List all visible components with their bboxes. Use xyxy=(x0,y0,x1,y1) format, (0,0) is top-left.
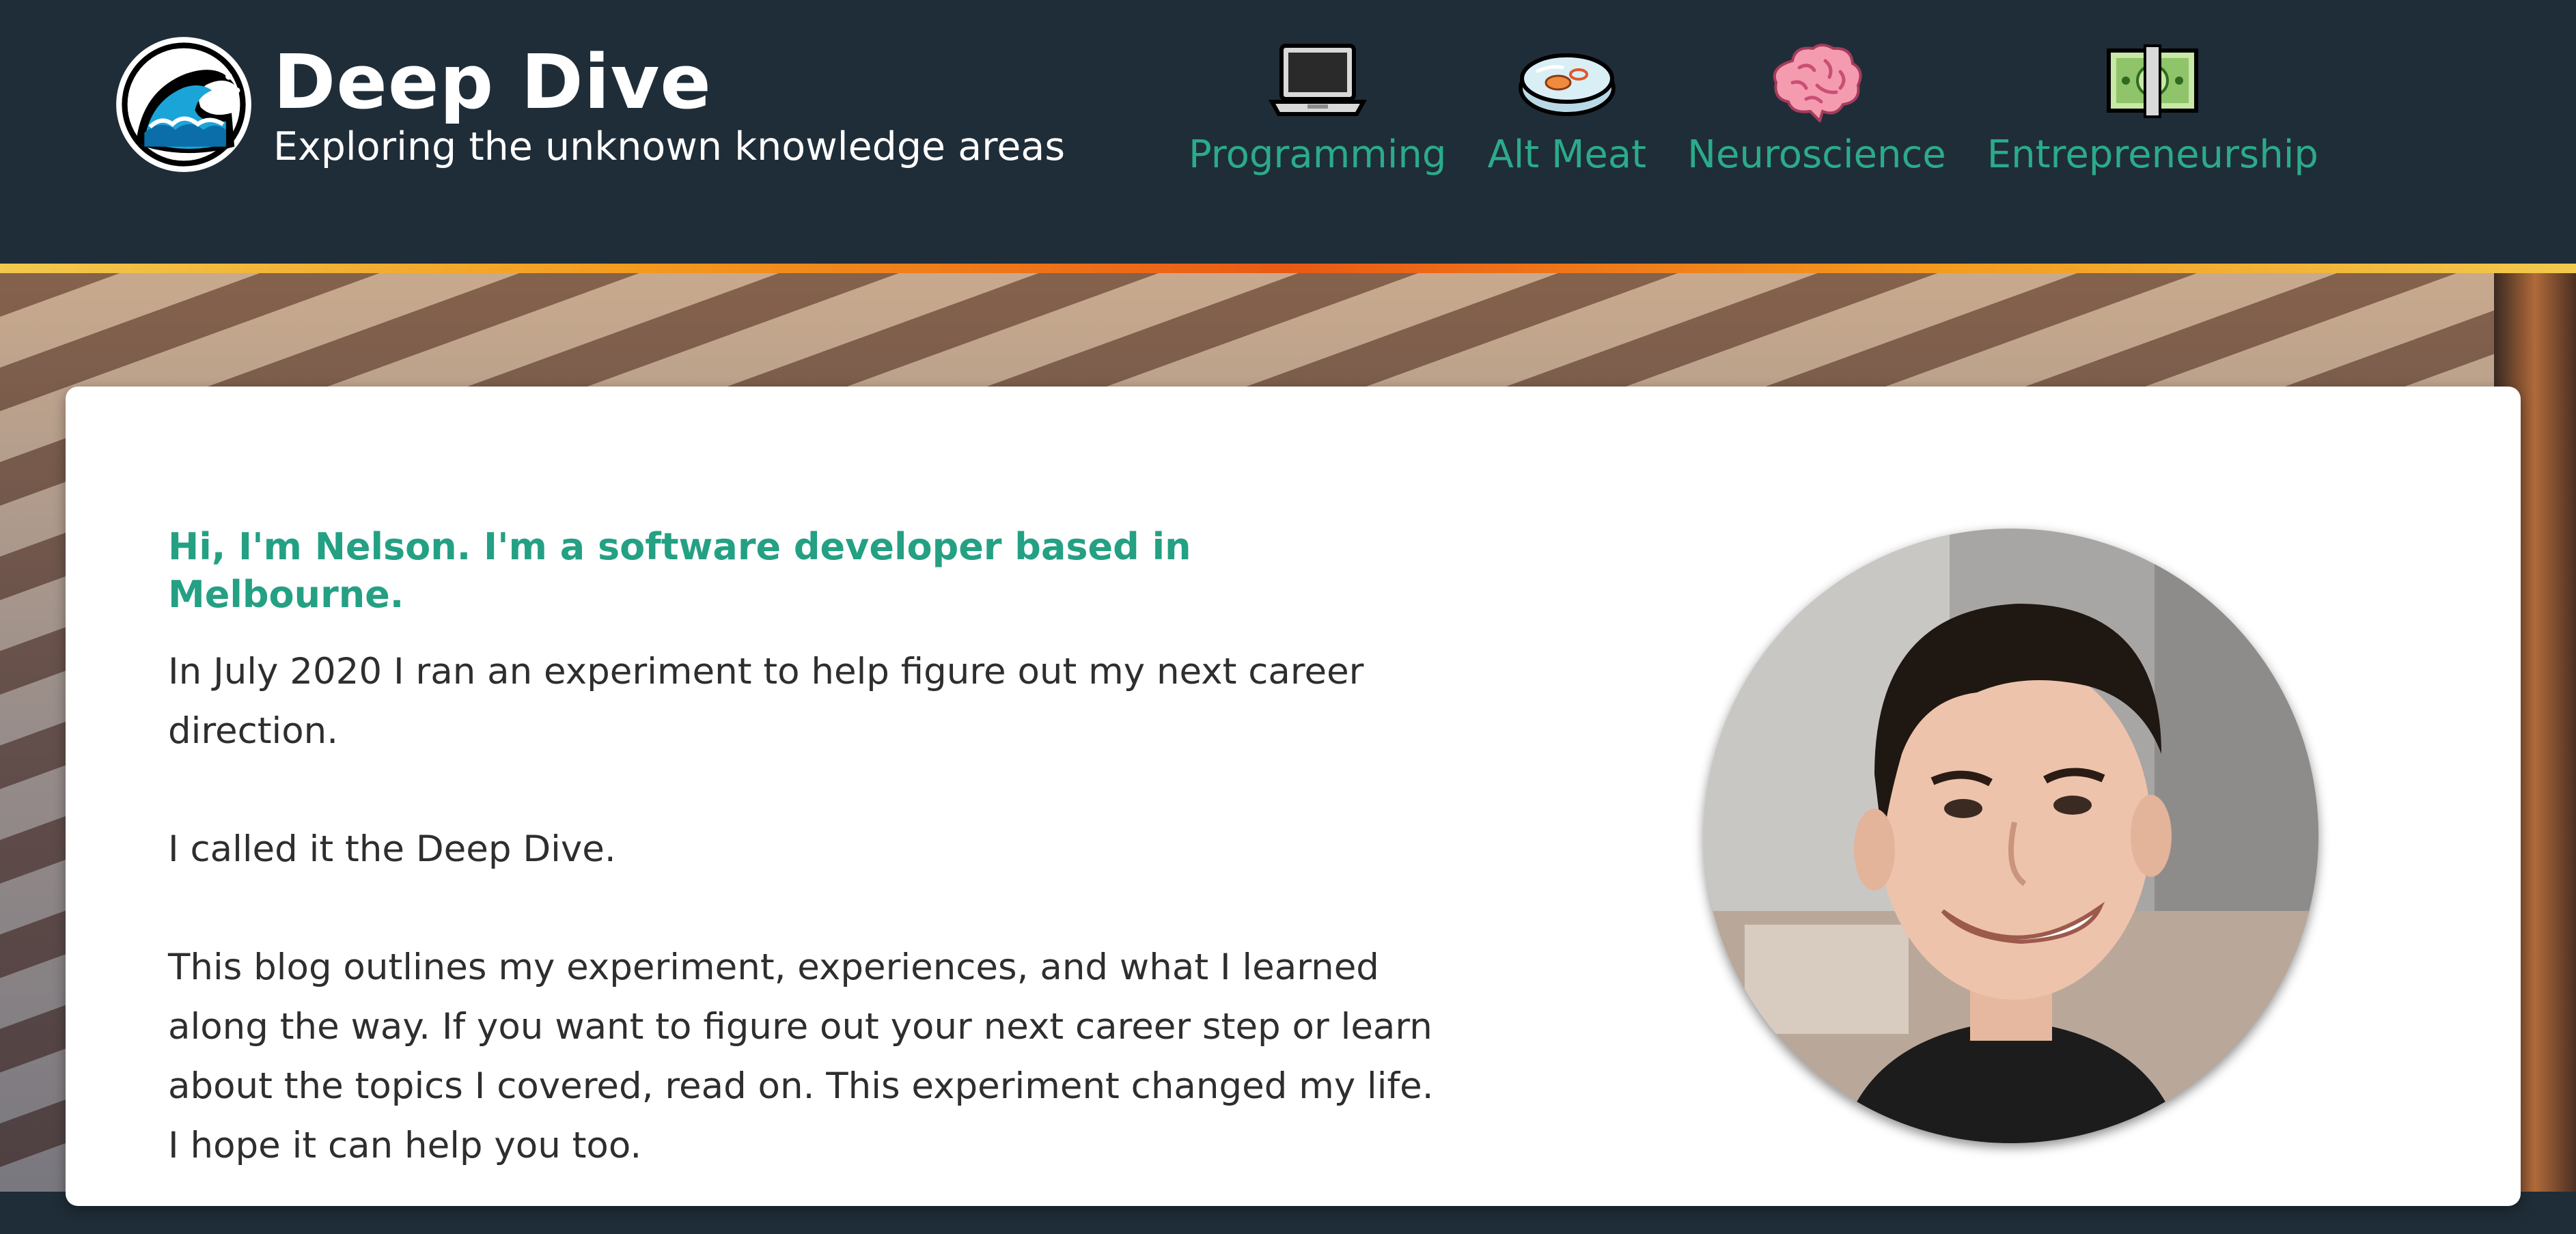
brand[interactable]: Deep Dive Exploring the unknown knowledg… xyxy=(113,34,1065,175)
laptop-icon[interactable] xyxy=(1263,37,1372,126)
portrait-photo xyxy=(1704,529,2318,1143)
nav-item-entrepreneurship[interactable]: $ Entrepreneurship xyxy=(1987,37,2318,179)
brain-icon[interactable] xyxy=(1762,37,1871,126)
site-title[interactable]: Deep Dive xyxy=(273,38,1065,126)
intro-paragraph-1: In July 2020 I ran an experiment to help… xyxy=(168,651,1364,752)
nav-item-alt-meat[interactable]: Alt Meat xyxy=(1487,37,1646,179)
intro-heading: Hi, I'm Nelson. I'm a software developer… xyxy=(168,525,1191,616)
site-header: Deep Dive Exploring the unknown knowledg… xyxy=(0,0,2576,264)
wave-icon[interactable] xyxy=(113,34,254,175)
site-tagline: Exploring the unknown knowledge areas xyxy=(273,124,1066,169)
nav-label-alt-meat[interactable]: Alt Meat xyxy=(1487,131,1646,179)
nav-label-entrepreneurship[interactable]: Entrepreneurship xyxy=(1987,131,2318,179)
nav-label-neuroscience[interactable]: Neuroscience xyxy=(1687,131,1946,179)
petri-dish-icon[interactable] xyxy=(1512,37,1622,126)
intro-section: Hi, I'm Nelson. I'm a software developer… xyxy=(168,523,1439,1234)
nav-item-programming[interactable]: Programming xyxy=(1189,37,1446,179)
intro-paragraph-3: This blog outlines my experiment, experi… xyxy=(168,946,1434,1166)
intro-card: Hi, I'm Nelson. I'm a software developer… xyxy=(66,387,2521,1206)
header-accent-stripe xyxy=(0,264,2576,273)
intro-paragraph-2: I called it the Deep Dive. xyxy=(168,828,616,870)
nav-label-programming[interactable]: Programming xyxy=(1189,131,1446,179)
nav-item-neuroscience[interactable]: Neuroscience xyxy=(1687,37,1946,179)
dollar-bill-icon[interactable]: $ xyxy=(2098,37,2207,126)
main-nav: Programming Alt Meat Neuroscience Entrep… xyxy=(1189,37,2359,179)
author-portrait xyxy=(1704,529,2318,1143)
